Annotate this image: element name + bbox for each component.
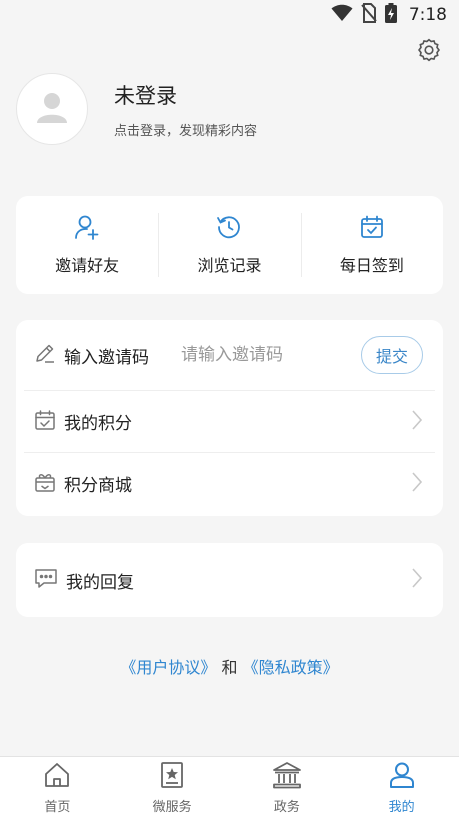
tab-micro-services[interactable]: 微服务 <box>115 757 230 816</box>
user-agreement-link[interactable]: 《用户协议》 <box>120 658 216 677</box>
default-avatar-icon <box>35 90 69 128</box>
chevron-right-icon <box>411 409 423 435</box>
no-sim-icon <box>361 3 377 27</box>
quick-actions-card: 邀请好友 浏览记录 每日签到 <box>16 196 443 294</box>
points-calendar-icon <box>34 409 56 435</box>
government-building-icon <box>272 761 302 793</box>
points-mall-row[interactable]: 积分商城 <box>24 452 435 514</box>
edit-pencil-icon <box>34 342 56 368</box>
calendar-check-icon <box>359 214 385 244</box>
gear-icon <box>416 37 442 67</box>
tab-home[interactable]: 首页 <box>0 757 115 816</box>
status-bar: 7:18 <box>0 0 459 30</box>
my-reply-label: 我的回复 <box>66 572 134 593</box>
chat-bubble-icon <box>34 567 58 593</box>
chevron-right-icon <box>411 567 423 593</box>
wifi-icon <box>331 4 353 26</box>
tab-mine[interactable]: 我的 <box>344 757 459 816</box>
invite-friends-label: 邀请好友 <box>55 256 120 275</box>
points-mall-label: 积分商城 <box>64 476 132 496</box>
history-icon <box>216 214 242 244</box>
browse-history-button[interactable]: 浏览记录 <box>158 213 300 277</box>
avatar[interactable] <box>16 73 88 145</box>
profile-login-area[interactable]: 未登录 点击登录，发现精彩内容 <box>16 72 443 146</box>
submit-invite-button[interactable]: 提交 <box>361 336 423 374</box>
daily-checkin-button[interactable]: 每日签到 <box>300 213 443 277</box>
invite-code-input[interactable] <box>181 345 331 365</box>
links-and-text: 和 <box>221 658 238 677</box>
battery-charging-icon <box>384 3 397 27</box>
profile-subtitle: 点击登录，发现精彩内容 <box>114 123 258 139</box>
my-points-row[interactable]: 我的积分 <box>24 390 435 452</box>
status-time: 7:18 <box>408 5 447 25</box>
privacy-policy-link[interactable]: 《隐私政策》 <box>243 658 339 677</box>
add-user-icon <box>74 214 100 244</box>
daily-checkin-label: 每日签到 <box>339 256 404 275</box>
chevron-right-icon <box>411 471 423 497</box>
home-icon <box>43 761 71 793</box>
invite-code-label: 输入邀请码 <box>64 347 149 368</box>
agreement-links: 《用户协议》 和 《隐私政策》 <box>0 654 459 678</box>
profile-name: 未登录 <box>114 83 177 108</box>
invite-friends-button[interactable]: 邀请好友 <box>16 213 158 277</box>
my-reply-row[interactable]: 我的回复 <box>24 543 435 617</box>
tab-home-label: 首页 <box>44 799 71 815</box>
tab-government[interactable]: 政务 <box>230 757 345 816</box>
browse-history-label: 浏览记录 <box>197 256 262 275</box>
tab-government-label: 政务 <box>273 799 300 815</box>
star-bookmark-icon <box>158 761 186 793</box>
tab-mine-label: 我的 <box>388 799 415 815</box>
invite-code-row: 输入邀请码 提交 <box>24 320 435 390</box>
bottom-tab-bar: 首页 微服务 政务 我的 <box>0 756 459 816</box>
user-icon <box>388 761 416 793</box>
reply-card: 我的回复 <box>16 543 443 617</box>
gift-box-icon <box>34 471 56 497</box>
my-points-label: 我的积分 <box>64 414 132 434</box>
account-list-card: 输入邀请码 提交 我的积分 积分商城 <box>16 320 443 516</box>
tab-micro-services-label: 微服务 <box>152 799 192 815</box>
settings-button[interactable] <box>415 38 443 66</box>
profile-text: 未登录 点击登录，发现精彩内容 <box>114 80 257 139</box>
